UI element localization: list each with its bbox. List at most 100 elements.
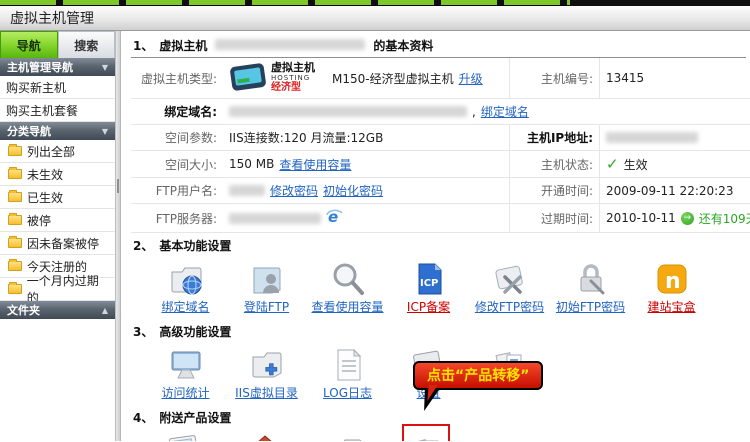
open-time-value: 2009-09-11 22:20:23 — [599, 178, 750, 204]
calculator-icon: 123 — [166, 431, 202, 441]
tab-navigation[interactable]: 导航 — [0, 31, 58, 58]
folder-icon — [8, 169, 22, 179]
function-counter[interactable]: 123 计数器 — [143, 431, 224, 441]
host-id-value: 13415 — [599, 58, 750, 99]
chevron-down-icon: ▼ — [102, 127, 108, 136]
function-enterprise-mail[interactable]: 企业邮局管理 — [224, 431, 305, 441]
green-arrow-icon: → — [681, 212, 694, 225]
sidebar-item-list-all[interactable]: 列出全部 — [0, 140, 115, 163]
magnifier-icon — [330, 259, 366, 297]
function-change-ftp-password[interactable]: 修改FTP密码 — [469, 259, 550, 315]
title-bar: 虚拟主机管理 — [0, 6, 750, 31]
function-database-management[interactable]: 数据库管理 — [305, 431, 386, 441]
folder-user-icon — [249, 259, 285, 297]
function-init-ftp-password[interactable]: 初始FTP密码 — [550, 259, 631, 315]
section-advanced-functions-header: 3、 高级功能设置 — [131, 319, 746, 343]
host-id-label: 主机编号: — [509, 58, 599, 99]
svg-text:ICP: ICP — [420, 278, 438, 289]
sidebar-item-buy-new-host[interactable]: 购买新主机 — [0, 76, 115, 99]
tab-search[interactable]: 搜索 — [58, 31, 116, 58]
function-bind-domain[interactable]: 绑定域名 — [145, 259, 226, 315]
folder-icon — [8, 261, 22, 271]
bonus-products-row: 123 计数器 企业邮局管理 — [131, 429, 746, 441]
advanced-and-bonus-area: 3、 高级功能设置 访问统计 — [131, 319, 746, 441]
tools-icon — [492, 259, 528, 297]
check-icon: ✓ — [606, 155, 619, 173]
space-params-value: IIS连接数:120 月流量:12GB — [223, 125, 509, 151]
folder-globe-icon — [168, 259, 204, 297]
host-type-label: 虚拟主机类型: — [131, 58, 223, 99]
space-size-label: 空间大小: — [131, 151, 223, 178]
sidebar-item-active[interactable]: 已生效 — [0, 186, 115, 209]
folder-plus-icon — [249, 345, 285, 383]
init-password-link[interactable]: 初始化密码 — [323, 182, 383, 199]
function-view-usage[interactable]: 查看使用容量 — [307, 259, 388, 315]
sidebar-item-buy-host-package[interactable]: 购买主机套餐 — [0, 99, 115, 122]
document-icon — [330, 345, 366, 383]
sidebar-item-expiring-in-month[interactable]: 一个月内过期的 — [0, 278, 115, 301]
folder-icon — [8, 192, 22, 202]
view-usage-link[interactable]: 查看使用容量 — [279, 156, 351, 173]
house-icon — [247, 431, 283, 441]
folder-icon — [8, 238, 22, 248]
expire-time-label: 过期时间: — [509, 204, 599, 233]
ftp-server-label: FTP服务器: — [131, 204, 223, 233]
function-icp-record[interactable]: ICP ICP备案 — [388, 259, 469, 315]
bind-domain-link[interactable]: 绑定域名 — [481, 103, 529, 120]
redacted-ip — [606, 132, 698, 143]
main-content: 1、 虚拟主机 的基本资料 虚拟主机类型: 虚拟主机 — [120, 31, 750, 441]
open-time-label: 开通时间: — [509, 178, 599, 204]
sidebar-item-inactive[interactable]: 未生效 — [0, 163, 115, 186]
page-title: 虚拟主机管理 — [10, 8, 94, 28]
function-visit-stats[interactable]: 访问统计 — [145, 345, 226, 401]
space-params-label: 空间参数: — [131, 125, 223, 151]
folder-icon — [8, 146, 22, 156]
expire-time-value: 2010-10-11 → 还有109天过期 续费 — [599, 204, 750, 233]
redacted-ftp-server — [229, 213, 321, 224]
host-info-table: 虚拟主机类型: 虚拟主机 HOSTING 经济型 — [131, 58, 746, 233]
ftp-user-value: 修改密码 初始化密码 — [223, 178, 509, 204]
section-basic-functions-header: 2、 基本功能设置 — [131, 233, 746, 257]
redacted-host-name — [215, 39, 365, 50]
ip-value — [599, 125, 750, 151]
function-product-transfer[interactable]: 产品转移 — [386, 431, 467, 441]
ftp-user-label: FTP用户名: — [131, 178, 223, 204]
sidebar-item-suspended[interactable]: 被停 — [0, 209, 115, 232]
host-type-value: 虚拟主机 HOSTING 经济型 M150-经济型虚拟主机 升级 — [223, 58, 509, 99]
folder-globe-icon — [328, 431, 364, 441]
sidebar-group-host-management[interactable]: 主机管理导航 ▼ — [0, 58, 115, 76]
folder-icon — [8, 284, 22, 294]
change-password-link[interactable]: 修改密码 — [270, 182, 318, 199]
ip-label: 主机IP地址: — [509, 125, 599, 151]
sidebar-group-folders[interactable]: 文件夹 ▲ — [0, 301, 115, 319]
sidebar-item-suspended-no-icp[interactable]: 因未备案被停 — [0, 232, 115, 255]
sidebar-group-category-nav[interactable]: 分类导航 ▼ — [0, 122, 115, 140]
hosting-type-icon: 虚拟主机 HOSTING 经济型 — [229, 62, 321, 94]
lock-icon — [573, 259, 609, 297]
icp-document-icon: ICP — [411, 259, 447, 297]
section-basic-info-header: 1、 虚拟主机 的基本资料 — [131, 33, 746, 58]
function-iis-virtual-directory[interactable]: IIS虚拟目录 — [226, 345, 307, 401]
space-size-value: 150 MB 查看使用容量 — [223, 151, 509, 178]
function-login-ftp[interactable]: 登陆FTP — [226, 259, 307, 315]
basic-functions-row: 绑定域名 登陆FTP — [131, 257, 746, 319]
redacted-domain — [229, 106, 467, 117]
upgrade-link[interactable]: 升级 — [459, 70, 483, 87]
svg-text:n: n — [665, 269, 681, 294]
chevron-down-icon: ▼ — [102, 63, 108, 72]
transfer-documents-icon — [409, 431, 445, 441]
status-label: 主机状态: — [509, 151, 599, 178]
status-value: ✓ 生效 — [599, 151, 750, 178]
virtual-host-manager-window: 虚拟主机管理 导航 搜索 主机管理导航 ▼ 购买新主机 购买主机套餐 分类导航 … — [0, 0, 750, 442]
redacted-ftp-user — [229, 185, 265, 196]
sidebar: 导航 搜索 主机管理导航 ▼ 购买新主机 购买主机套餐 分类导航 ▼ 列出全部 — [0, 31, 115, 441]
function-site-builder-box[interactable]: n 建站宝盒 — [631, 259, 712, 315]
monitor-icon — [168, 345, 204, 383]
domain-label: 绑定域名: — [131, 99, 223, 125]
chevron-up-icon: ▲ — [102, 306, 108, 315]
function-log[interactable]: LOG日志 — [307, 345, 388, 401]
ftp-server-value: e — [223, 204, 509, 233]
ie-icon[interactable]: e — [326, 208, 343, 228]
folder-icon — [8, 215, 22, 225]
nicebox-icon: n — [654, 259, 690, 297]
